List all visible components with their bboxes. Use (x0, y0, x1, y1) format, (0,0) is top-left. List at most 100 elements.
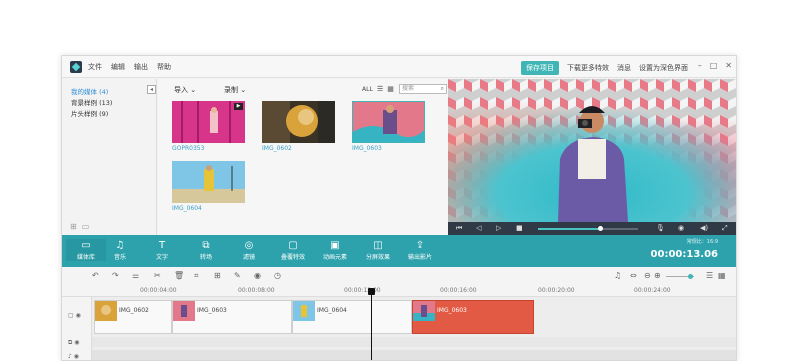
tab-overlay[interactable]: ▢ 叠覆特效 (273, 239, 313, 261)
audio-track[interactable] (92, 350, 736, 360)
app-logo-icon (70, 61, 82, 73)
sidebar-footer: ⊞ ▭ (70, 222, 89, 231)
zoom-slider[interactable] (666, 274, 694, 279)
progress-fill (538, 228, 600, 230)
undo-icon[interactable]: ↶ (92, 271, 99, 280)
color-icon[interactable]: ◉ (254, 271, 261, 280)
messages-link[interactable]: 消息 (617, 63, 631, 73)
menu-file[interactable]: 文件 (88, 62, 102, 72)
timeline-tracks: ▢ ◉ ⧉ ◉ ♪ ◉ IMG_0602 IMG_0603 IMG_0604 I… (62, 297, 736, 360)
remove-folder-icon[interactable]: ▭ (82, 222, 90, 231)
playhead-line[interactable] (371, 290, 372, 360)
overlay-icon: ▢ (288, 240, 298, 251)
split-clip-icon[interactable]: ⊞ (214, 271, 221, 280)
stop-icon[interactable]: ■ (516, 224, 523, 232)
overlay-track[interactable] (92, 337, 736, 347)
tab-split-screen[interactable]: ◫ 分屏效果 (358, 239, 398, 261)
tab-music[interactable]: ♫ 音乐 (100, 239, 140, 261)
dark-mode-link[interactable]: 设置为深色界面 (639, 63, 688, 73)
video-track-icon[interactable]: ▢ ◉ (68, 312, 81, 319)
search-icon[interactable]: ⌕ (441, 85, 444, 93)
menu-icon[interactable]: ☰ (706, 271, 713, 280)
cut-icon[interactable]: ✂ (154, 271, 161, 280)
menu-edit[interactable]: 编辑 (111, 62, 125, 72)
timeline-clip[interactable]: IMG_0604 (292, 300, 412, 334)
close-icon[interactable]: ✕ (725, 61, 732, 70)
maximize-icon[interactable]: □ (710, 61, 718, 70)
skip-back-icon[interactable]: ⏮ (456, 224, 462, 233)
chevron-down-icon: ⌄ (240, 86, 247, 94)
list-view-icon[interactable]: ☰ (377, 85, 383, 93)
media-thumb[interactable] (262, 101, 335, 143)
collapse-sidebar-icon[interactable]: ◂ (147, 85, 156, 94)
top-actions: 保存项目 下载更多特效 消息 设置为深色界面 (521, 61, 688, 75)
audio-mixer-icon[interactable]: ♫ (614, 271, 621, 280)
zoom-knob[interactable] (688, 274, 693, 279)
tab-filter[interactable]: ◎ 滤镜 (229, 239, 269, 261)
more-effects-link[interactable]: 下载更多特效 (567, 63, 609, 73)
fullscreen-icon[interactable]: ⤢ (722, 224, 728, 233)
search-placeholder: 搜索 (402, 85, 415, 92)
timeline-clip[interactable]: IMG_0602 (94, 300, 172, 334)
pen-icon[interactable]: ✎ (234, 271, 241, 280)
sidebar-item-intros[interactable]: 片头样例 (9) (62, 109, 156, 120)
tab-text[interactable]: T 文字 (142, 239, 182, 261)
record-dropdown[interactable]: 录制 ⌄ (224, 85, 246, 95)
overlay-track-icon[interactable]: ⧉ ◉ (68, 339, 79, 347)
sidebar-item-backgrounds[interactable]: 背景样例 (13) (62, 98, 156, 109)
step-back-icon[interactable]: ◁ (476, 224, 481, 232)
microphone-icon[interactable]: 🎙 (656, 224, 665, 232)
import-dropdown[interactable]: 导入 ⌄ (174, 85, 196, 95)
zoom-in-icon[interactable]: ⊕ (654, 271, 661, 280)
media-thumb[interactable]: ▶ (172, 101, 245, 143)
snapshot-icon[interactable]: ◉ (678, 224, 684, 232)
delete-icon[interactable]: 🗑 (174, 271, 184, 280)
redo-icon[interactable]: ↷ (112, 271, 119, 280)
volume-icon[interactable]: ◀) (700, 224, 708, 232)
sidebar-item-my-media[interactable]: 我的媒体 (4) (62, 87, 156, 98)
chevron-down-icon: ⌄ (190, 86, 197, 94)
progress-knob[interactable] (598, 226, 603, 231)
clip-thumb (173, 301, 195, 321)
timecode-display: 00:00:13.06 (650, 249, 718, 260)
player-controls: ⏮ ◁ ▷ ■ 🎙 ◉ ◀) ⤢ (448, 222, 736, 235)
grid-view-icon[interactable]: ▦ (387, 85, 394, 93)
clip-thumb (413, 301, 435, 321)
aspect-ratio-label: 常规比：16:9 (686, 239, 718, 245)
save-project-button[interactable]: 保存项目 (521, 61, 559, 75)
media-thumb-image (172, 161, 245, 203)
timeline-clip-selected[interactable]: IMG_0603 (412, 300, 534, 334)
window-controls: – □ ✕ (698, 61, 732, 70)
timeline-clip[interactable]: IMG_0603 (172, 300, 292, 334)
filter-all[interactable]: ALL (362, 86, 373, 93)
media-thumb-image (353, 102, 424, 142)
tab-label: 媒体库 (76, 254, 95, 261)
time-ruler[interactable]: 00:00:04:00 00:00:08:00 00:00:12:00 00:0… (62, 285, 736, 297)
tab-label: 音乐 (113, 254, 126, 261)
clip-label: IMG_0602 (119, 307, 149, 314)
menu-bar: 文件 编辑 输出 帮助 (88, 62, 171, 72)
media-thumb[interactable] (172, 161, 245, 203)
record-label: 录制 (224, 86, 238, 94)
menu-export[interactable]: 输出 (134, 62, 148, 72)
audio-track-icon[interactable]: ♪ ◉ (68, 353, 79, 360)
playhead-handle[interactable] (368, 288, 375, 295)
adjust-icon[interactable]: ⚌ (132, 271, 139, 280)
clock-icon[interactable]: ◷ (274, 271, 281, 280)
text-icon: T (158, 240, 166, 251)
playback-progress[interactable] (538, 226, 638, 231)
add-folder-icon[interactable]: ⊞ (70, 222, 77, 231)
crop-icon[interactable]: ⌗ (194, 271, 199, 281)
tab-transition[interactable]: ⧉ 转场 (186, 239, 226, 261)
tab-elements[interactable]: ▣ 动画元素 (315, 239, 355, 261)
tab-export[interactable]: ⇪ 输出影片 (400, 239, 440, 261)
snap-icon[interactable]: ⇔ (630, 271, 637, 280)
media-toolbar: 导入 ⌄ 录制 ⌄ ALL ☰ ▦ 搜索 ⌕ (158, 83, 448, 97)
play-icon[interactable]: ▷ (496, 224, 501, 232)
grid-icon[interactable]: ▦ (718, 271, 726, 280)
zoom-out-icon[interactable]: ⊖ (644, 271, 651, 280)
menu-help[interactable]: 帮助 (157, 62, 171, 72)
search-input[interactable]: 搜索 ⌕ (399, 84, 447, 94)
minimize-icon[interactable]: – (698, 61, 702, 70)
media-thumb[interactable] (352, 101, 425, 143)
